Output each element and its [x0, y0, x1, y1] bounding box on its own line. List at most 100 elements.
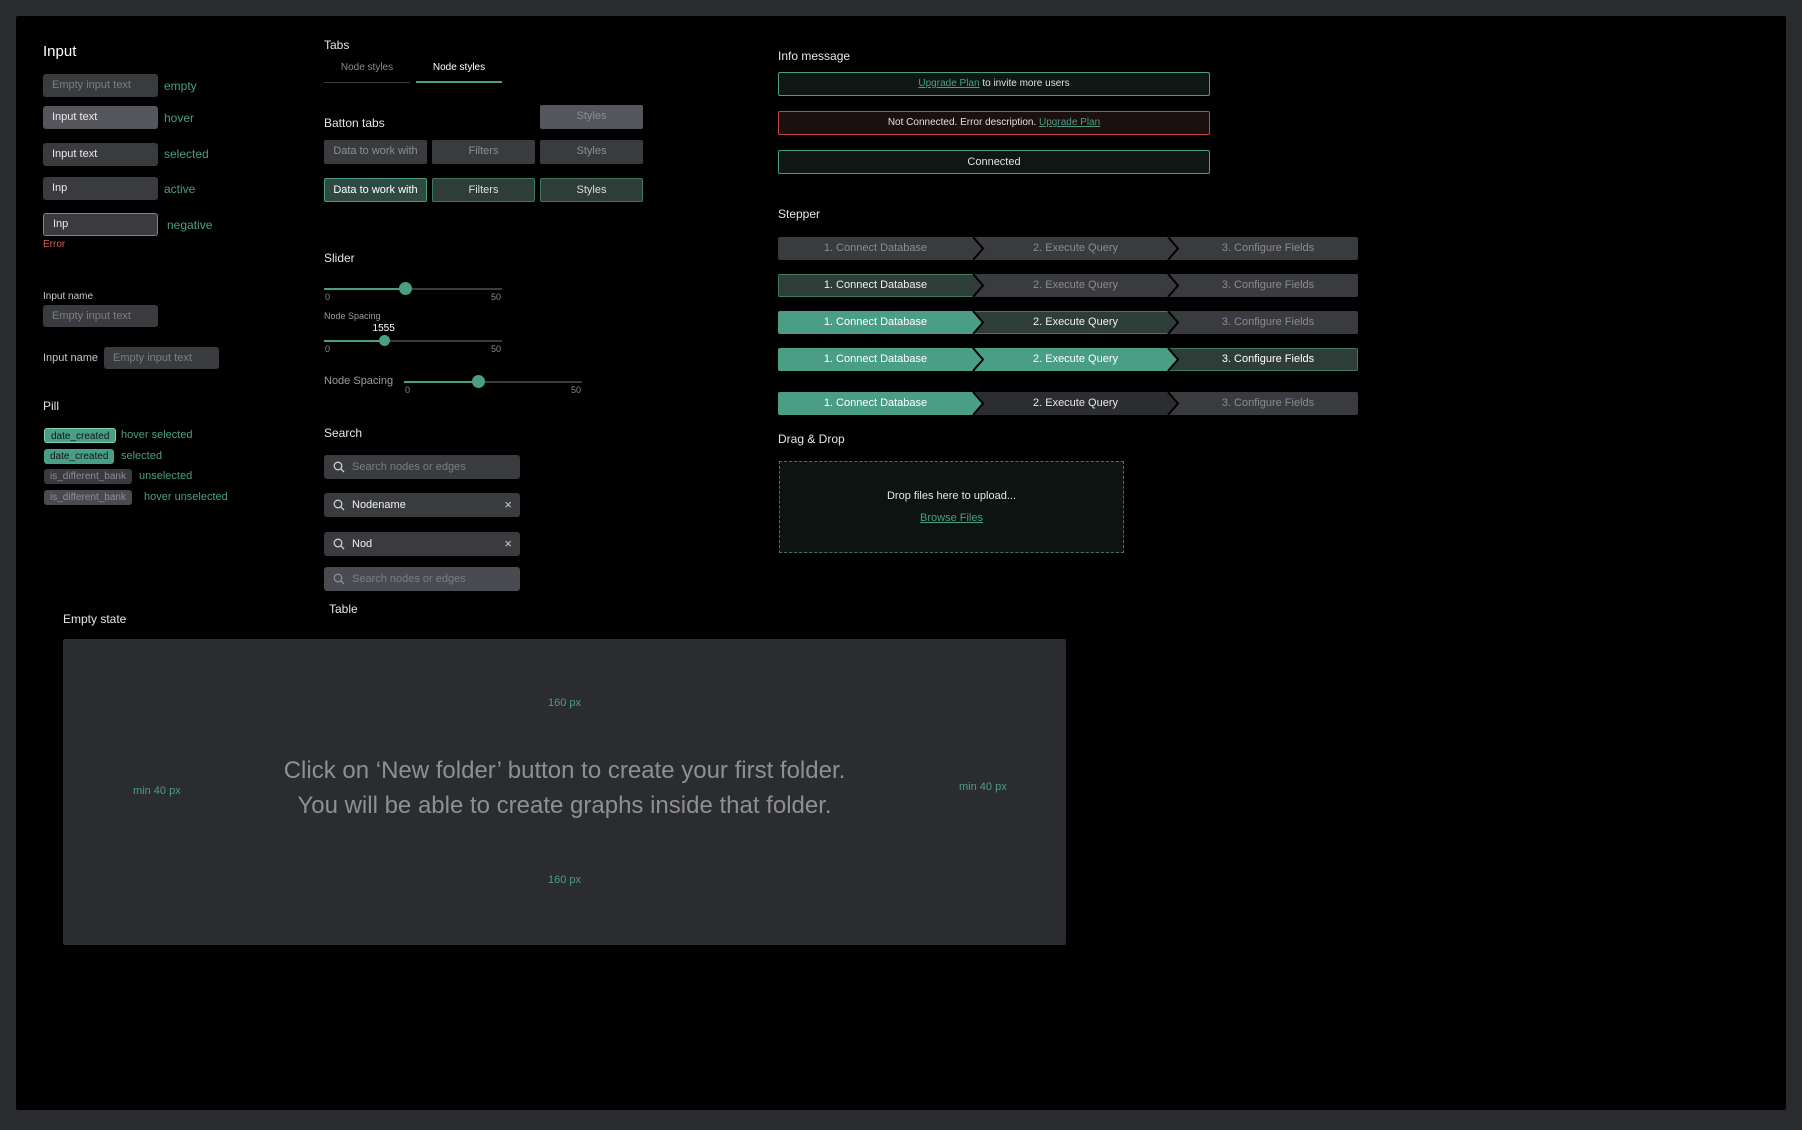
- slider-section-title: Slider: [324, 251, 355, 265]
- input-hover[interactable]: Input text: [43, 106, 158, 129]
- tab-node-styles-active[interactable]: Node styles: [416, 62, 502, 83]
- pill-unselected-note: unselected: [139, 470, 193, 482]
- upgrade-plan-link[interactable]: Upgrade Plan: [918, 78, 979, 89]
- input-negative[interactable]: Inp: [43, 213, 158, 236]
- input-name-inline-field[interactable]: Empty input text: [104, 347, 219, 369]
- step-1-label[interactable]: 1. Connect Database: [778, 392, 973, 415]
- slider-2-label: Node Spacing: [324, 311, 381, 321]
- search-input-value: Nodename: [352, 499, 406, 511]
- step-2-label[interactable]: 2. Execute Query: [983, 392, 1168, 415]
- stepper-row: 1. Connect Database 2. Execute Query 3. Co…: [778, 348, 1358, 371]
- pill-hover-selected[interactable]: date_created: [44, 428, 117, 443]
- dropzone[interactable]: Drop files here to upload... Browse File…: [779, 461, 1124, 553]
- empty-state-section-title: Empty state: [63, 612, 127, 626]
- slider-2-max: 50: [491, 344, 502, 354]
- tabs-section-title: Tabs: [324, 38, 350, 52]
- button-tab-filters-alt[interactable]: Filters: [432, 178, 535, 202]
- pill-unselected[interactable]: is_different_bank: [44, 469, 132, 484]
- step-1-label[interactable]: 1. Connect Database: [778, 237, 973, 260]
- info-message-error: Not Connected. Error description. Upgrad…: [778, 111, 1210, 135]
- step-2-label[interactable]: 2. Execute Query: [983, 237, 1168, 260]
- step-2-label[interactable]: 2. Execute Query: [983, 311, 1168, 334]
- step-3-label[interactable]: 3. Configure Fields: [1178, 311, 1358, 334]
- search-icon: [333, 461, 345, 473]
- search-input-value: Nod: [352, 538, 373, 550]
- search-input-placeholder: Search nodes or edges: [352, 461, 466, 473]
- stepper-row: 1. Connect Database 2. Execute Query 3. Co…: [778, 237, 1358, 260]
- slider-3-max: 50: [571, 385, 582, 395]
- button-tab-data-selected[interactable]: Data to work with: [324, 178, 427, 202]
- dragdrop-section-title: Drag & Drop: [778, 432, 845, 446]
- button-tab-data[interactable]: Data to work with: [324, 140, 427, 164]
- pill-selected-note: selected: [121, 450, 162, 462]
- stepper-row: 1. Connect Database 2. Execute Query 3. Co…: [778, 274, 1358, 297]
- step-3-label[interactable]: 3. Configure Fields: [1178, 348, 1358, 371]
- input-error-text: Error: [43, 239, 66, 250]
- stepper-row: 1. Connect Database 2. Execute Query 3. Co…: [778, 311, 1358, 334]
- step-3-label[interactable]: 3. Configure Fields: [1178, 392, 1358, 415]
- slider-1-max: 50: [491, 292, 502, 302]
- clear-icon[interactable]: ×: [504, 532, 512, 556]
- input-name-label: Input name: [43, 291, 94, 302]
- table-section-title: Table: [329, 602, 358, 616]
- stepper-section-title: Stepper: [778, 207, 821, 221]
- pill-hover-selected-note: hover selected: [121, 429, 193, 441]
- search-icon: [333, 538, 345, 550]
- button-tab-styles[interactable]: Styles: [540, 140, 643, 164]
- pill-hover-unselected[interactable]: is_different_bank: [44, 490, 132, 505]
- search-input-typing[interactable]: Nod ×: [324, 532, 520, 556]
- info-message-connected: Connected: [778, 150, 1210, 174]
- error-message-text: Not Connected. Error description.: [887, 117, 1040, 128]
- input-name-field[interactable]: Empty input text: [43, 305, 158, 327]
- pill-hover-unselected-note: hover unselected: [144, 491, 228, 503]
- empty-state-bottom-spacing: 160 px: [547, 874, 582, 886]
- canvas-frame: [16, 16, 1786, 1110]
- slider-2-thumb[interactable]: [379, 335, 391, 346]
- input-active[interactable]: Inp: [43, 177, 158, 200]
- pill-selected[interactable]: date_created: [44, 449, 115, 464]
- input-negative-note: negative: [167, 218, 213, 232]
- slider-2-fill: [324, 340, 385, 342]
- tab-node-styles-inactive[interactable]: Node styles: [324, 62, 410, 83]
- upgrade-plan-link[interactable]: Upgrade Plan: [1039, 117, 1100, 128]
- stepper-row: 1. Connect Database 2. Execute Query 3. Co…: [778, 392, 1358, 415]
- button-tab-styles-alt[interactable]: Styles: [540, 178, 643, 202]
- input-empty[interactable]: Empty input text: [43, 74, 158, 97]
- slider-1-min: 0: [325, 292, 331, 302]
- step-3-label[interactable]: 3. Configure Fields: [1178, 274, 1358, 297]
- input-name-inline-label: Input name: [43, 352, 99, 364]
- slider-3-min: 0: [405, 385, 411, 395]
- info-message-text: to invite more users: [979, 78, 1070, 89]
- slider-2-min: 0: [325, 344, 331, 354]
- search-input-placeholder: Search nodes or edges: [352, 573, 466, 585]
- step-1-label[interactable]: 1. Connect Database: [778, 274, 973, 297]
- search-icon: [333, 573, 345, 585]
- slider-3-label: Node Spacing: [324, 375, 394, 387]
- browse-files-link[interactable]: Browse Files: [920, 512, 983, 524]
- button-tab-styles-hover[interactable]: Styles: [540, 105, 643, 129]
- empty-state-panel: 160 px min 40 px min 40 px Click on ‘New…: [63, 639, 1066, 945]
- dropzone-text: Drop files here to upload...: [886, 490, 1017, 502]
- clear-icon[interactable]: ×: [504, 493, 512, 517]
- search-section-title: Search: [324, 426, 363, 440]
- pill-section-title: Pill: [43, 399, 60, 413]
- input-selected-note: selected: [164, 147, 209, 161]
- empty-state-line-1: Click on ‘New folder’ button to create y…: [283, 757, 846, 784]
- input-empty-note: empty: [164, 79, 197, 93]
- empty-state-line-2: You will be able to create graphs inside…: [297, 792, 832, 819]
- step-1-label[interactable]: 1. Connect Database: [778, 348, 973, 371]
- step-2-label[interactable]: 2. Execute Query: [983, 274, 1168, 297]
- search-input-hover[interactable]: Search nodes or edges: [324, 567, 520, 591]
- step-3-label[interactable]: 3. Configure Fields: [1178, 237, 1358, 260]
- step-1-label[interactable]: 1. Connect Database: [778, 311, 973, 334]
- input-selected[interactable]: Input text: [43, 143, 158, 166]
- step-2-label[interactable]: 2. Execute Query: [983, 348, 1168, 371]
- input-hover-note: hover: [164, 111, 195, 125]
- search-input-empty[interactable]: Search nodes or edges: [324, 455, 520, 479]
- search-icon: [333, 499, 345, 511]
- slider-1-fill: [324, 288, 406, 290]
- button-tab-filters[interactable]: Filters: [432, 140, 535, 164]
- slider-2-value: 1555: [372, 323, 395, 334]
- input-active-note: active: [164, 182, 196, 196]
- search-input-filled[interactable]: Nodename ×: [324, 493, 520, 517]
